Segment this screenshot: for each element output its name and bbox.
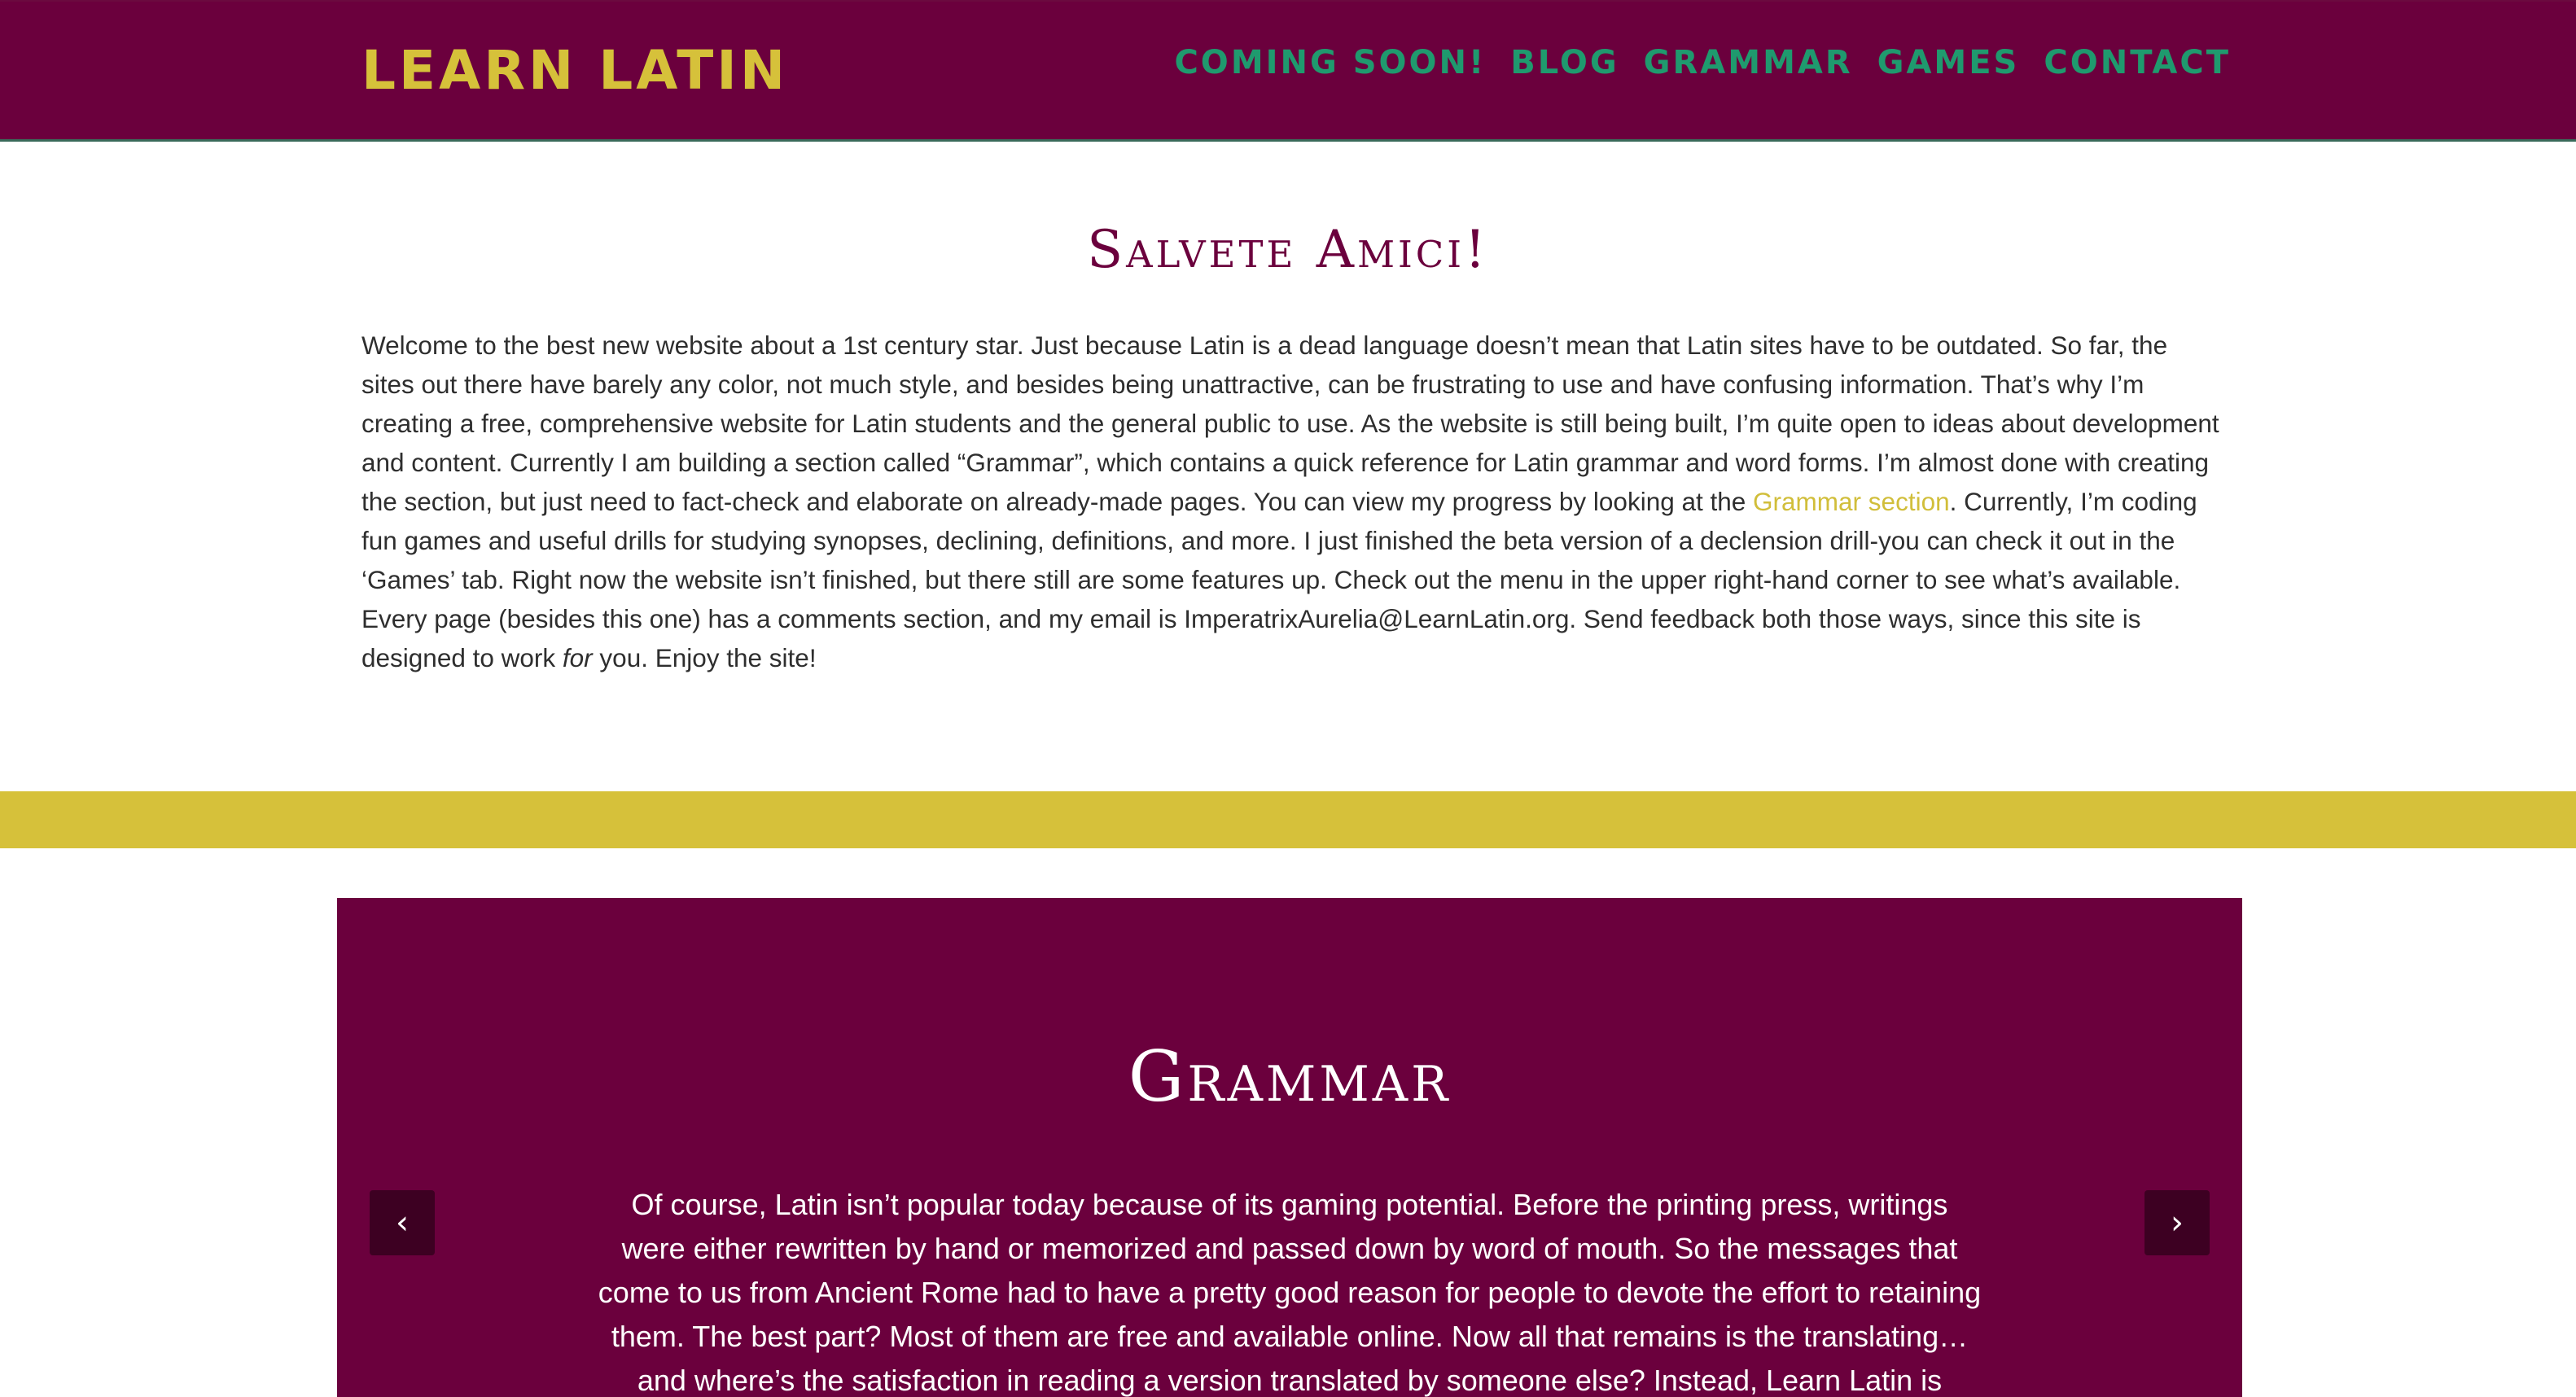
carousel-title: Grammar <box>1128 1036 1452 1118</box>
nav-contact[interactable]: CONTACT <box>2044 44 2231 81</box>
carousel-prev-button[interactable]: ‹ <box>370 1190 435 1255</box>
chevron-right-icon: › <box>2171 1204 2184 1242</box>
grammar-carousel: Grammar ‹ › Of course, Latin isn’t popul… <box>337 898 2242 1397</box>
nav-blog[interactable]: BLOG <box>1510 44 1619 81</box>
gold-divider-band <box>0 791 2576 848</box>
site-logo[interactable]: LEARN LATIN <box>361 39 788 102</box>
main-nav: COMING SOON! BLOG GRAMMAR GAMES CONTACT <box>1174 44 2231 81</box>
chevron-left-icon: ‹ <box>396 1204 409 1242</box>
nav-games[interactable]: GAMES <box>1877 44 2020 81</box>
welcome-text-part3: you. Enjoy the site! <box>592 643 817 672</box>
site-header: LEARN LATIN COMING SOON! BLOG GRAMMAR GA… <box>0 2 2576 142</box>
welcome-paragraph: Welcome to the best new website about a … <box>361 326 2226 677</box>
carousel-text: Of course, Latin isn’t popular today bec… <box>598 1188 1982 1397</box>
welcome-heading: Salvete Amici! <box>1087 220 1489 280</box>
carousel-next-button[interactable]: › <box>2144 1190 2210 1255</box>
nav-coming-soon[interactable]: COMING SOON! <box>1174 44 1486 81</box>
nav-grammar[interactable]: GRAMMAR <box>1644 44 1853 81</box>
grammar-section-link[interactable]: Grammar section <box>1753 487 1950 516</box>
welcome-emphasis: for <box>562 643 593 672</box>
